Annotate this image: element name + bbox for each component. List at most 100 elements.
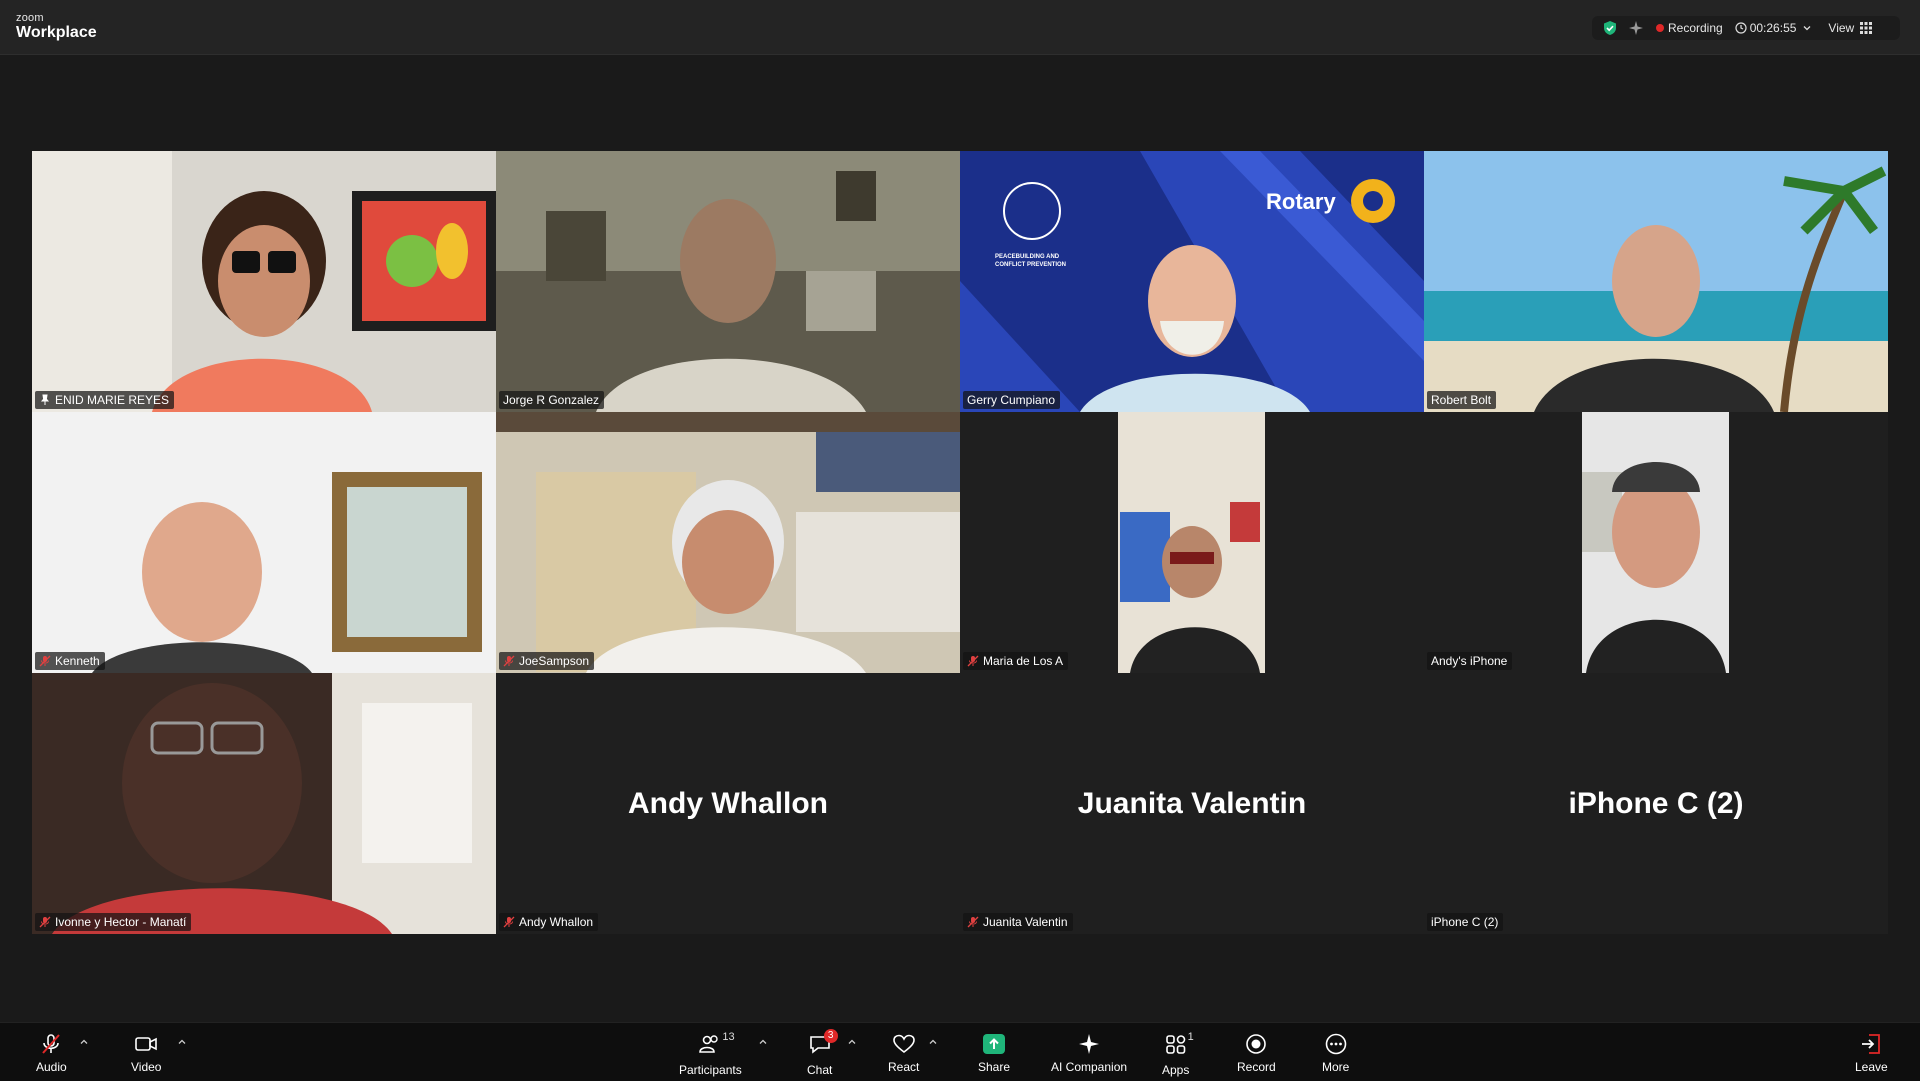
participant-display-name: Juanita Valentin <box>1077 786 1307 820</box>
chat-options-chevron-icon[interactable] <box>847 1037 857 1047</box>
video-label: Video <box>131 1060 162 1074</box>
apps-label: Apps <box>1162 1063 1190 1077</box>
participant-name-tag: Andy's iPhone <box>1427 652 1513 670</box>
participant-name: Robert Bolt <box>1431 393 1492 407</box>
record-icon <box>1246 1034 1267 1054</box>
ai-companion-label: AI Companion <box>1051 1060 1128 1074</box>
pin-icon <box>40 394 50 405</box>
participant-tile-maria[interactable]: Maria de Los A <box>960 412 1424 673</box>
participant-name-tag: Kenneth <box>35 652 105 670</box>
participant-tile-andy-whallon[interactable]: Andy Whallon Andy Whallon <box>496 673 960 934</box>
mic-off-icon <box>39 916 51 928</box>
participant-name: Gerry Cumpiano <box>967 393 1056 407</box>
chat-unread-badge: 3 <box>823 1029 838 1043</box>
participant-name-tag: Gerry Cumpiano <box>963 391 1061 409</box>
participant-name-tag: Juanita Valentin <box>963 913 1073 931</box>
audio-options-chevron-icon[interactable] <box>79 1037 89 1047</box>
more-button[interactable]: More <box>1322 1033 1349 1074</box>
gallery-grid-icon[interactable] <box>1860 22 1873 34</box>
ai-sparkle-icon[interactable] <box>1628 20 1644 36</box>
participant-name-tag: Jorge R Gonzalez <box>499 391 605 409</box>
participant-video <box>1424 151 1888 412</box>
participant-video <box>960 412 1424 673</box>
chat-label: Chat <box>807 1063 833 1077</box>
meeting-toolbar: Audio Video 13 Participants 3 Chat React… <box>0 1022 1920 1081</box>
mic-off-icon <box>967 916 979 928</box>
share-label: Share <box>978 1060 1011 1074</box>
participant-video <box>960 151 1424 412</box>
heart-icon <box>892 1034 915 1054</box>
share-button[interactable]: Share <box>978 1033 1010 1074</box>
mic-off-icon <box>503 655 515 667</box>
video-button[interactable]: Video <box>131 1033 161 1074</box>
apps-button[interactable]: 1 Apps <box>1162 1031 1194 1077</box>
recording-label[interactable]: Recording <box>1668 21 1723 35</box>
gallery-video-grid: ENID MARIE REYES Jorge R Gonzalez Rotary… <box>32 151 1888 934</box>
participant-name-tag: Ivonne y Hector - Manatí <box>35 913 192 931</box>
audio-button[interactable]: Audio <box>36 1033 67 1074</box>
react-button[interactable]: React <box>888 1033 919 1074</box>
leave-button[interactable]: Leave <box>1855 1033 1888 1074</box>
participant-video <box>32 151 496 412</box>
clock-icon <box>1735 22 1747 34</box>
participant-name-tag: ENID MARIE REYES <box>35 391 175 409</box>
participant-name: Ivonne y Hector - Manatí <box>55 915 187 929</box>
video-camera-icon <box>135 1037 158 1051</box>
title-bar: zoom Workplace Recording 00:26:55 View <box>0 0 1920 55</box>
participant-tile-iphone-c2[interactable]: iPhone C (2) iPhone C (2) <box>1424 673 1888 934</box>
react-options-chevron-icon[interactable] <box>928 1037 938 1047</box>
participants-button[interactable]: 13 Participants <box>679 1031 742 1077</box>
participant-name: Maria de Los A <box>983 654 1064 668</box>
mic-off-icon <box>503 916 515 928</box>
participant-display-name: Andy Whallon <box>628 786 828 820</box>
participant-tile-gerry[interactable]: Rotary PEACEBUILDING AND CONFLICT PREVEN… <box>960 151 1424 412</box>
participant-tile-kenneth[interactable]: Kenneth <box>32 412 496 673</box>
participants-options-chevron-icon[interactable] <box>758 1037 768 1047</box>
participant-name-tag: Maria de Los A <box>963 652 1069 670</box>
peacebuilding-background-text: PEACEBUILDING AND CONFLICT PREVENTION <box>995 254 1067 268</box>
more-label: More <box>1322 1060 1350 1074</box>
record-label: Record <box>1237 1060 1276 1074</box>
encryption-shield-icon[interactable] <box>1602 20 1618 36</box>
zoom-workplace-logo: zoom Workplace <box>16 13 97 41</box>
participant-tile-juanita-valentin[interactable]: Juanita Valentin Juanita Valentin <box>960 673 1424 934</box>
participant-tile-enid[interactable]: ENID MARIE REYES <box>32 151 496 412</box>
participant-name-tag: JoeSampson <box>499 652 595 670</box>
mic-muted-icon <box>42 1034 61 1054</box>
apps-count: 1 <box>1187 1031 1194 1043</box>
participants-label: Participants <box>679 1063 742 1077</box>
mic-off-icon <box>39 655 51 667</box>
meeting-timer: 00:26:55 <box>1749 21 1797 35</box>
participant-name: JoeSampson <box>519 654 590 668</box>
participant-tile-ivonne-hector[interactable]: Ivonne y Hector - Manatí <box>32 673 496 934</box>
react-label: React <box>888 1060 920 1074</box>
apps-icon <box>1165 1035 1185 1054</box>
recording-dot-icon <box>1656 24 1664 32</box>
video-options-chevron-icon[interactable] <box>177 1037 187 1047</box>
participant-video <box>496 412 960 673</box>
participants-count: 13 <box>722 1031 735 1043</box>
participant-tile-andys-iphone[interactable]: Andy's iPhone <box>1424 412 1888 673</box>
participant-video <box>32 673 496 934</box>
leave-door-icon <box>1862 1034 1881 1054</box>
participant-tile-joesampson[interactable]: JoeSampson <box>496 412 960 673</box>
record-button[interactable]: Record <box>1237 1033 1276 1074</box>
share-screen-icon <box>983 1034 1006 1054</box>
ai-sparkle-icon <box>1079 1034 1100 1054</box>
ai-companion-button[interactable]: AI Companion <box>1051 1033 1127 1074</box>
participant-display-name: iPhone C (2) <box>1568 786 1744 820</box>
leave-label: Leave <box>1855 1060 1888 1074</box>
chat-button[interactable]: 3 Chat <box>807 1029 838 1077</box>
logo-zoom-text: zoom <box>16 12 44 24</box>
participant-tile-jorge[interactable]: Jorge R Gonzalez <box>496 151 960 412</box>
participant-video <box>1424 412 1888 673</box>
participant-name: Andy Whallon <box>519 915 594 929</box>
participant-video <box>32 412 496 673</box>
more-dots-icon <box>1325 1033 1346 1055</box>
chevron-down-icon[interactable] <box>1802 23 1812 33</box>
participant-name-tag: Robert Bolt <box>1427 391 1497 409</box>
view-button[interactable]: View <box>1828 21 1854 35</box>
participant-tile-robert[interactable]: Robert Bolt <box>1424 151 1888 412</box>
participant-name: Jorge R Gonzalez <box>503 393 600 407</box>
mic-off-icon <box>967 655 979 667</box>
